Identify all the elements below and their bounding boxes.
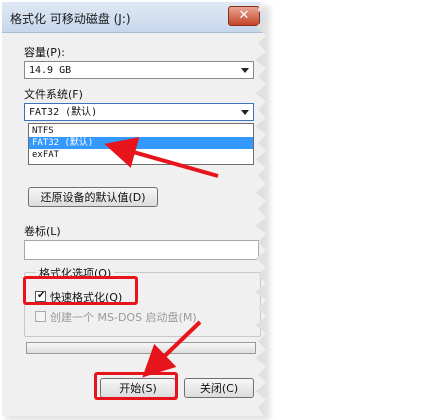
arrow-to-start: [142, 320, 202, 378]
annotation-arrows: [104, 137, 219, 378]
arrow-to-fat32: [104, 137, 219, 178]
